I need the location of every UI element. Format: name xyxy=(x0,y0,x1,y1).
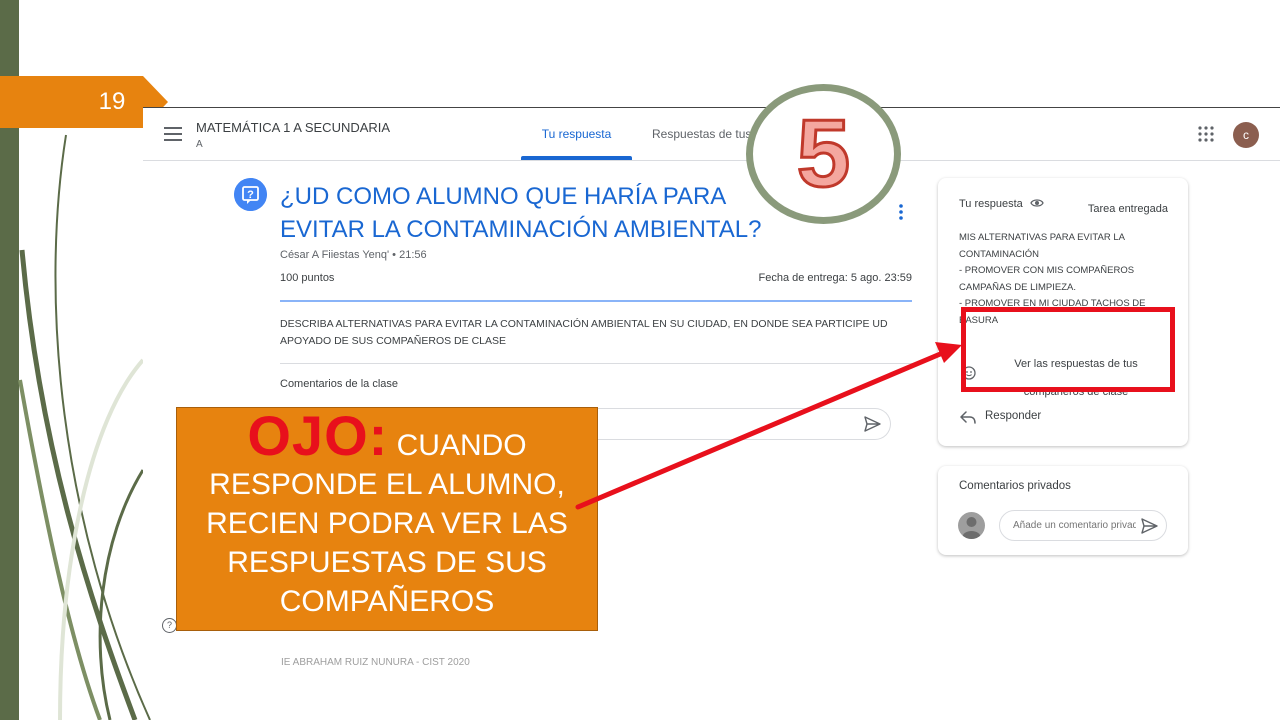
pointer-arrow xyxy=(575,342,962,510)
step-number: 5 xyxy=(795,99,851,209)
